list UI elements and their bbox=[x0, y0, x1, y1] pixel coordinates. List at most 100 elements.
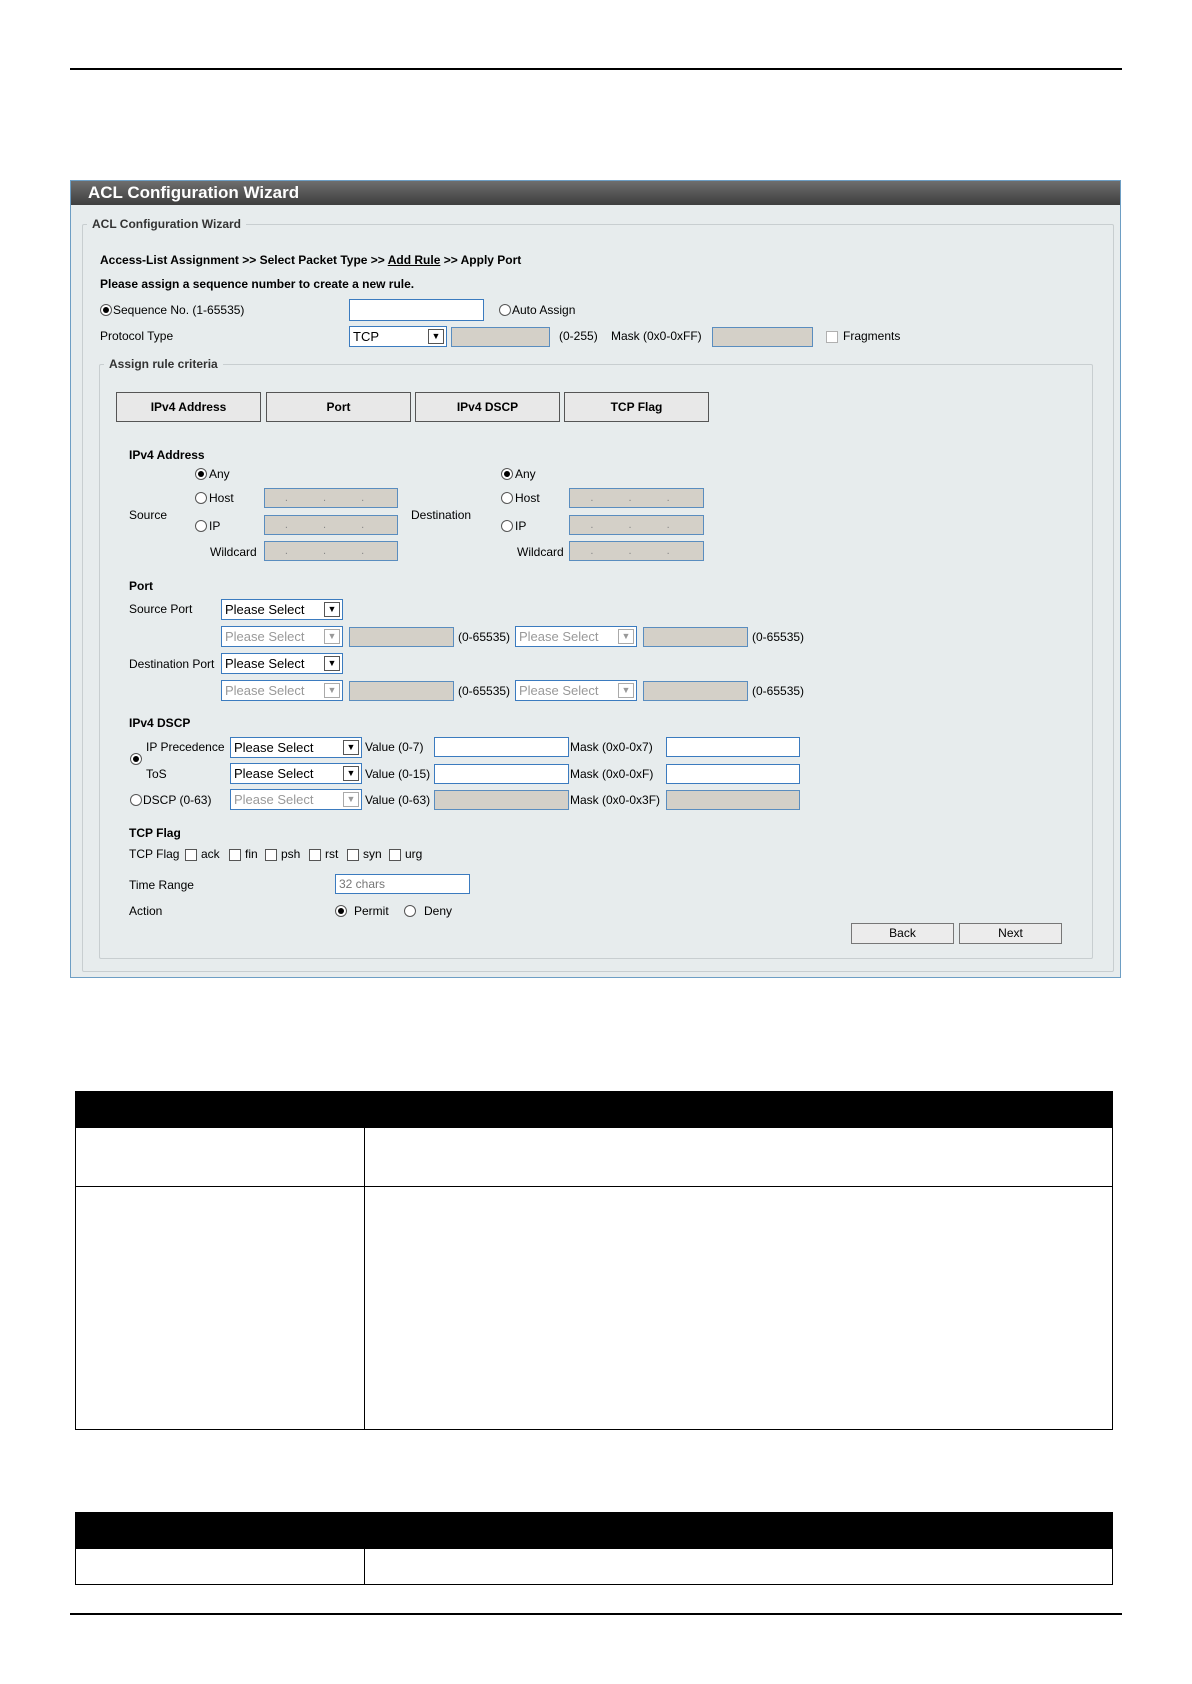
table-cell bbox=[364, 1186, 1113, 1430]
value-063-label: Value (0-63) bbox=[365, 793, 431, 807]
ip-precedence-selected: Please Select bbox=[234, 740, 314, 755]
auto-assign-radio[interactable] bbox=[499, 304, 511, 316]
tos-selected: Please Select bbox=[234, 766, 314, 781]
flag-fin-checkbox[interactable] bbox=[229, 849, 241, 861]
chevron-down-icon: ▼ bbox=[343, 766, 359, 781]
sequence-input[interactable] bbox=[349, 299, 484, 321]
tos-value-input[interactable] bbox=[434, 764, 569, 784]
tos-select[interactable]: Please Select ▼ bbox=[230, 763, 362, 784]
destination-port-select[interactable]: Please Select ▼ bbox=[221, 653, 343, 674]
src-wildcard-label: Wildcard bbox=[210, 545, 257, 559]
destination-port-op2-select: Please Select ▼ bbox=[515, 680, 637, 701]
dscp-heading: IPv4 DSCP bbox=[129, 716, 191, 730]
source-port-selected: Please Select bbox=[225, 602, 305, 617]
chevron-down-icon: ▼ bbox=[618, 629, 634, 644]
flag-ack-label: ack bbox=[201, 847, 220, 861]
dst-any-radio[interactable] bbox=[501, 468, 513, 480]
flag-fin-label: fin bbox=[245, 847, 258, 861]
mask-07-label: Mask (0x0-0x7) bbox=[570, 740, 653, 754]
chevron-down-icon: ▼ bbox=[324, 656, 340, 671]
destination-port-selected: Please Select bbox=[225, 656, 305, 671]
source-port-op1-selected: Please Select bbox=[225, 629, 305, 644]
source-port-range1: (0-65535) bbox=[458, 630, 511, 644]
flag-rst-checkbox[interactable] bbox=[309, 849, 321, 861]
flag-rst-label: rst bbox=[325, 847, 339, 861]
src-ip-radio[interactable] bbox=[195, 520, 207, 532]
protocol-select[interactable]: TCP ▼ bbox=[349, 326, 447, 347]
tos-mask-input[interactable] bbox=[666, 764, 800, 784]
dscp-select: Please Select ▼ bbox=[230, 789, 362, 810]
deny-label: Deny bbox=[424, 904, 453, 918]
table-header bbox=[75, 1091, 1113, 1128]
wizard-legend: ACL Configuration Wizard bbox=[92, 217, 241, 231]
top-rule bbox=[70, 68, 1122, 70]
dst-wildcard-label: Wildcard bbox=[517, 545, 564, 559]
destination-port-range1: (0-65535) bbox=[458, 684, 511, 698]
destination-port-op1-selected: Please Select bbox=[225, 683, 305, 698]
panel-title: ACL Configuration Wizard bbox=[71, 181, 1120, 205]
dst-any-label: Any bbox=[515, 467, 536, 481]
chevron-down-icon: ▼ bbox=[343, 792, 359, 807]
src-any-label: Any bbox=[209, 467, 230, 481]
tab-ipv4-dscp[interactable]: IPv4 DSCP bbox=[415, 392, 560, 422]
chevron-down-icon: ▼ bbox=[324, 683, 340, 698]
dscp-selected: Please Select bbox=[234, 792, 314, 807]
table-header bbox=[75, 1512, 1113, 1549]
chevron-down-icon: ▼ bbox=[618, 683, 634, 698]
chevron-down-icon: ▼ bbox=[324, 629, 340, 644]
time-range-input[interactable]: 32 chars bbox=[335, 874, 470, 894]
fragments-checkbox[interactable] bbox=[826, 331, 838, 343]
precedence-tos-radio[interactable] bbox=[130, 753, 142, 765]
flag-psh-label: psh bbox=[281, 847, 301, 861]
deny-radio[interactable] bbox=[404, 905, 416, 917]
description-table-2 bbox=[75, 1512, 1113, 1585]
permit-label: Permit bbox=[354, 904, 389, 918]
source-port-label: Source Port bbox=[129, 602, 193, 616]
instruction-text: Please assign a sequence number to creat… bbox=[100, 277, 415, 291]
dst-host-radio[interactable] bbox=[501, 492, 513, 504]
protocol-range: (0-255) bbox=[559, 329, 598, 343]
src-host-input: . . . bbox=[264, 488, 398, 508]
tab-tcp-flag[interactable]: TCP Flag bbox=[564, 392, 709, 422]
dst-wildcard-input: . . . bbox=[569, 541, 704, 561]
auto-assign-label: Auto Assign bbox=[512, 303, 576, 317]
tcp-flag-label: TCP Flag bbox=[129, 847, 180, 861]
value-07-label: Value (0-7) bbox=[365, 740, 424, 754]
protocol-selected: TCP bbox=[353, 329, 379, 344]
flag-psh-checkbox[interactable] bbox=[265, 849, 277, 861]
flag-urg-checkbox[interactable] bbox=[389, 849, 401, 861]
source-port-op2-select: Please Select ▼ bbox=[515, 626, 637, 647]
flag-syn-checkbox[interactable] bbox=[347, 849, 359, 861]
breadcrumb-next: >> Apply Port bbox=[443, 253, 522, 267]
tos-label: ToS bbox=[146, 767, 167, 781]
tab-port[interactable]: Port bbox=[266, 392, 411, 422]
precedence-value-input[interactable] bbox=[434, 737, 569, 757]
dst-host-label: Host bbox=[515, 491, 540, 505]
src-host-radio[interactable] bbox=[195, 492, 207, 504]
protocol-label: Protocol Type bbox=[100, 329, 174, 343]
dst-ip-input: . . . bbox=[569, 515, 704, 535]
source-port-value2 bbox=[643, 627, 748, 647]
dscp-radio[interactable] bbox=[130, 794, 142, 806]
table-cell bbox=[75, 1548, 365, 1585]
dst-ip-radio[interactable] bbox=[501, 520, 513, 532]
source-port-op1-select: Please Select ▼ bbox=[221, 626, 343, 647]
src-any-radio[interactable] bbox=[195, 468, 207, 480]
flag-urg-label: urg bbox=[405, 847, 423, 861]
back-button[interactable]: Back bbox=[851, 923, 954, 944]
next-button[interactable]: Next bbox=[959, 923, 1062, 944]
precedence-mask-input[interactable] bbox=[666, 737, 800, 757]
dscp-value-input bbox=[434, 790, 569, 810]
dst-host-input: . . . bbox=[569, 488, 704, 508]
ip-precedence-select[interactable]: Please Select ▼ bbox=[230, 737, 362, 758]
tab-ipv4-address[interactable]: IPv4 Address bbox=[116, 392, 261, 422]
protocol-mask-label: Mask (0x0-0xFF) bbox=[611, 329, 702, 343]
source-port-select[interactable]: Please Select ▼ bbox=[221, 599, 343, 620]
permit-radio[interactable] bbox=[335, 905, 347, 917]
source-label: Source bbox=[129, 508, 168, 522]
table-row bbox=[75, 1548, 1113, 1585]
flag-ack-checkbox[interactable] bbox=[185, 849, 197, 861]
sequence-radio[interactable] bbox=[100, 304, 112, 316]
src-host-label: Host bbox=[209, 491, 234, 505]
destination-port-value1 bbox=[349, 681, 454, 701]
